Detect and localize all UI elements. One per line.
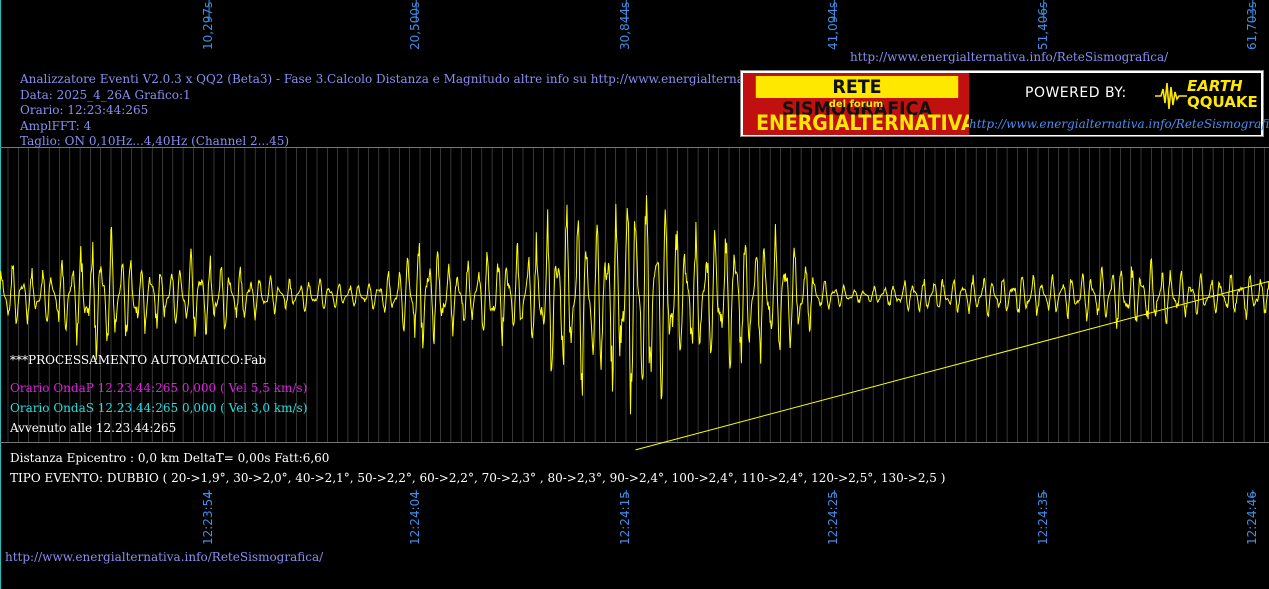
top-tick-label: 10,297s bbox=[201, 1, 216, 50]
logo-mid-text: del forum bbox=[828, 99, 884, 110]
wave-s-time: Orario OndaS 12.23.44:265 0,000 ( Vel 3,… bbox=[10, 401, 308, 415]
event-type: TIPO EVENTO: DUBBIO ( 20->1,9°, 30->2,0°… bbox=[10, 471, 946, 485]
powered-by-label: POWERED BY: bbox=[1025, 85, 1127, 101]
info-filter: Taglio: ON 0,10Hz...4,40Hz (Channel 2...… bbox=[20, 134, 290, 149]
bottom-tick-label: 12:24:15 bbox=[618, 491, 633, 545]
top-tick-label: 41,094s bbox=[826, 1, 841, 50]
earthquake-brand-bottom: QQUAKE bbox=[1187, 93, 1258, 111]
top-tick-label: 20,500s bbox=[408, 1, 423, 50]
info-amplfft: AmplFFT: 4 bbox=[20, 118, 92, 133]
logo-top-text: RETE SISMOGRAFICA bbox=[755, 76, 959, 120]
info-title: Analizzatore Eventi V2.0.3 x QQ2 (Beta3)… bbox=[20, 72, 856, 86]
seismograph-screen: 10,297s 20,500s 30,844s 41,094s 51,406s 61,70… bbox=[0, 0, 1269, 589]
top-tick-marks bbox=[208, 0, 1254, 22]
logo-bottom-text: ENERGIALTERNATIVA bbox=[756, 111, 976, 135]
bottom-url-link[interactable]: http://www.energialternativa.info/ReteSi… bbox=[5, 550, 323, 564]
seismic-wave-icon bbox=[1155, 82, 1187, 110]
rete-sismografica-logo: RETE SISMOGRAFICA del forum ENERGIALTERN… bbox=[743, 73, 976, 135]
bottom-tick-label: 12:24:25 bbox=[826, 491, 841, 545]
banner-url-link[interactable]: http://www.energialternativa.info/ReteSi… bbox=[969, 117, 1269, 131]
top-url-link[interactable]: http://www.energialternativa.info/ReteSi… bbox=[850, 50, 1168, 64]
top-tick-label: 30,844s bbox=[618, 1, 633, 50]
bottom-tick-marks bbox=[208, 490, 1254, 498]
processing-label: ***PROCESSAMENTO AUTOMATICO:Fab bbox=[10, 353, 267, 367]
bottom-tick-label: 12:24:04 bbox=[408, 491, 423, 545]
epicenter-distance: Distanza Epicentro : 0,0 km DeltaT= 0,00… bbox=[10, 451, 330, 465]
top-tick-label: 61,703s bbox=[1244, 1, 1259, 50]
event-happened-time: Avvenuto alle 12.23.44:265 bbox=[10, 421, 177, 435]
info-time: Orario: 12:23:44:265 bbox=[20, 103, 149, 118]
bottom-tick-label: 12:23:54 bbox=[201, 491, 216, 545]
bottom-tick-label: 12:24:46 bbox=[1244, 491, 1259, 545]
top-tick-label: 51,406s bbox=[1035, 1, 1050, 50]
wave-p-time: Orario OndaP 12.23.44:265 0,000 ( Vel 5,… bbox=[10, 381, 308, 395]
info-date: Data: 2025_4_26A Grafico:1 bbox=[20, 87, 191, 102]
powered-by-panel: POWERED BY: EARTH QQUAKE http://www.ener… bbox=[969, 73, 1269, 135]
rete-sismografica-banner[interactable]: RETE SISMOGRAFICA del forum ENERGIALTERN… bbox=[740, 70, 1269, 137]
bottom-tick-label: 12:24:35 bbox=[1035, 491, 1050, 545]
